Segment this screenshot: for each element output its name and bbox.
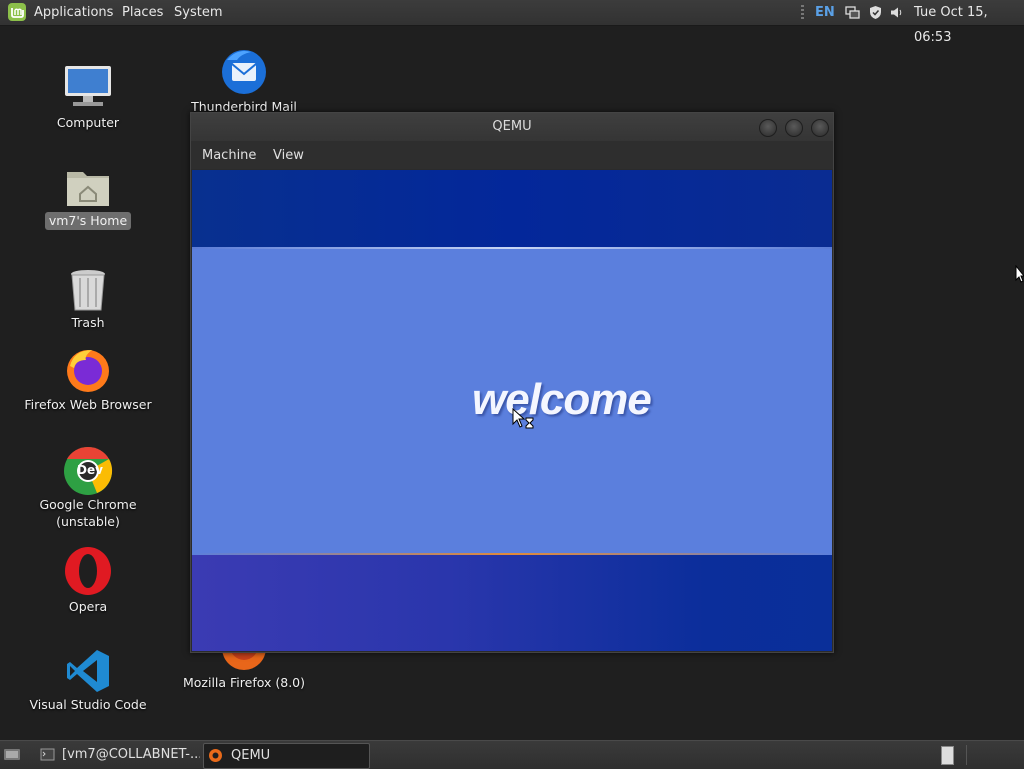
welcome-top-band <box>192 170 832 247</box>
window-menubar: Machine View <box>191 141 833 169</box>
panel-grip <box>801 5 804 20</box>
top-panel: Applications Places System EN Tue Oct 15… <box>0 0 1024 45</box>
desktop-icon-trash[interactable]: Trash <box>13 266 163 332</box>
mouse-pointer-icon <box>1015 264 1024 287</box>
desktop-icon-chrome[interactable]: Dev Google Chrome (unstable) <box>13 446 163 530</box>
desktop-icon-vscode[interactable]: Visual Studio Code <box>13 648 163 714</box>
desktop-icon-firefox[interactable]: Firefox Web Browser <box>13 346 163 414</box>
minimize-button[interactable] <box>759 119 777 137</box>
menu-machine[interactable]: Machine <box>202 141 256 171</box>
desktop-icon-home[interactable]: vm7's Home <box>13 166 163 230</box>
bottom-taskbar: [vm7@COLLABNET-... QEMU <box>0 740 1024 769</box>
vm-display[interactable]: welcome <box>192 170 832 651</box>
desktop-icon-computer[interactable]: Computer <box>13 64 163 132</box>
close-button[interactable] <box>811 119 829 137</box>
welcome-bottom-band <box>192 555 832 651</box>
thunderbird-icon <box>219 46 269 96</box>
taskbar-divider <box>966 745 967 765</box>
desktop-icon-label: Opera <box>68 599 108 614</box>
window-titlebar[interactable]: QEMU <box>191 113 833 141</box>
qemu-icon <box>208 748 223 763</box>
desktop-icon-label: Computer <box>56 115 120 130</box>
chrome-dev-badge: Dev <box>77 463 103 477</box>
keyboard-layout-indicator[interactable]: EN <box>815 0 835 25</box>
mint-menu-icon[interactable] <box>7 2 27 22</box>
opera-icon <box>64 546 112 596</box>
desktop-icon-label: Trash <box>71 315 105 330</box>
show-desktop-icon[interactable] <box>3 746 21 766</box>
vscode-icon <box>65 648 111 694</box>
desktop-icon-label: vm7's Home <box>44 212 132 230</box>
chrome-dev-icon: Dev <box>63 446 113 496</box>
desktop-icon-label: Visual Studio Code <box>29 697 147 712</box>
task-terminal[interactable]: [vm7@COLLABNET-... <box>36 743 200 767</box>
network-icon[interactable] <box>845 5 860 20</box>
desktop-icon-label: (unstable) <box>56 514 120 529</box>
menu-view[interactable]: View <box>273 141 304 171</box>
desktop-icon-label: Firefox Web Browser <box>24 397 152 412</box>
places-menu[interactable]: Places <box>122 0 163 25</box>
task-label: [vm7@COLLABNET-... <box>62 747 200 762</box>
task-label: QEMU <box>231 748 271 763</box>
desktop-icon-thunderbird[interactable]: Thunderbird Mail <box>169 46 319 116</box>
desktop-icon-label: Mozilla Firefox (8.0) <box>182 675 306 690</box>
desktop-icon-opera[interactable]: Opera <box>13 546 163 616</box>
shield-icon[interactable] <box>868 5 883 20</box>
computer-icon <box>63 64 113 112</box>
maximize-button[interactable] <box>785 119 803 137</box>
clock[interactable]: Tue Oct 15, 06:53 <box>914 0 1024 45</box>
desktop-icon-label: Google Chrome <box>39 497 137 512</box>
system-menu[interactable]: System <box>174 0 222 25</box>
trash-icon <box>68 266 108 312</box>
firefox-icon <box>64 346 112 394</box>
qemu-window[interactable]: QEMU Machine View welcome <box>190 112 834 653</box>
busy-cursor-icon <box>512 407 536 436</box>
terminal-icon <box>40 747 55 762</box>
task-qemu[interactable]: QEMU <box>203 743 370 769</box>
applications-menu[interactable]: Applications <box>34 0 113 25</box>
home-folder-icon <box>64 166 112 210</box>
welcome-text: welcome <box>472 375 652 424</box>
window-title: QEMU <box>492 119 532 134</box>
volume-icon[interactable] <box>889 5 904 20</box>
workspace-switcher[interactable] <box>941 746 954 765</box>
